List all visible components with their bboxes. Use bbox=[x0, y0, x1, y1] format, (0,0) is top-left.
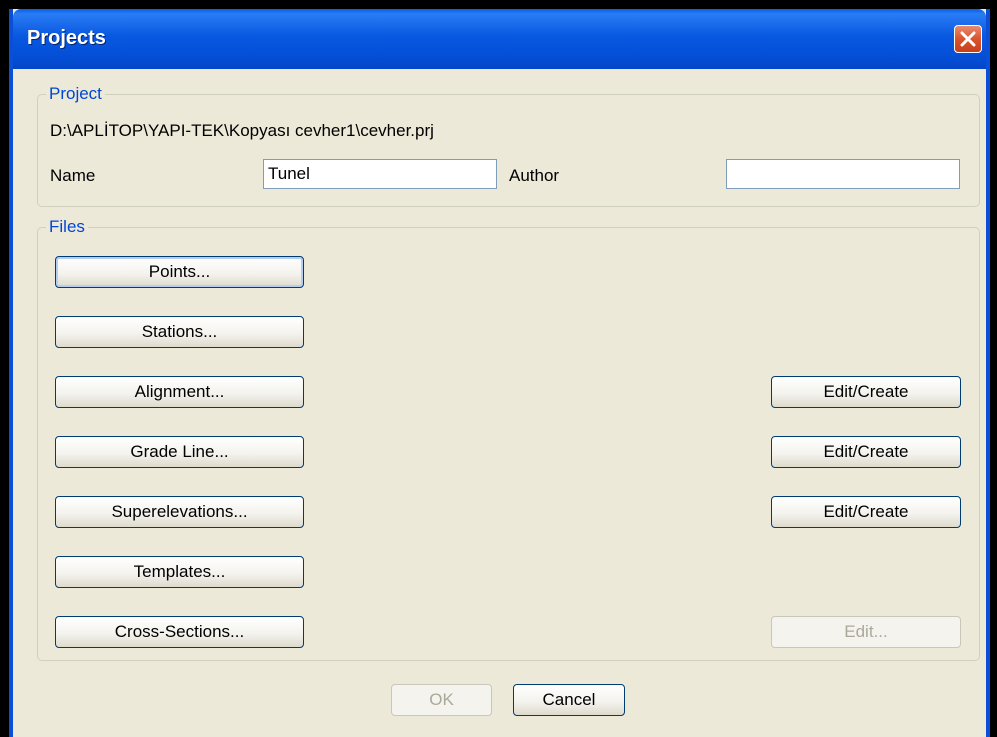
name-field[interactable] bbox=[263, 159, 497, 189]
points-button[interactable]: Points... bbox=[55, 256, 304, 288]
alignment-edit-create-button[interactable]: Edit/Create bbox=[771, 376, 961, 408]
ok-button[interactable]: OK bbox=[391, 684, 492, 716]
grade-line-button[interactable]: Grade Line... bbox=[55, 436, 304, 468]
alignment-button[interactable]: Alignment... bbox=[55, 376, 304, 408]
close-button[interactable] bbox=[954, 25, 982, 53]
project-group: Project bbox=[37, 84, 980, 207]
author-field[interactable] bbox=[726, 159, 960, 189]
templates-button[interactable]: Templates... bbox=[55, 556, 304, 588]
stations-button[interactable]: Stations... bbox=[55, 316, 304, 348]
close-icon bbox=[960, 31, 976, 47]
superelevations-edit-create-button[interactable]: Edit/Create bbox=[771, 496, 961, 528]
window-title: Projects bbox=[27, 27, 106, 49]
grade-line-edit-create-button[interactable]: Edit/Create bbox=[771, 436, 961, 468]
project-path: D:\APLİTOP\YAPI-TEK\Kopyası cevher1\cevh… bbox=[50, 121, 434, 140]
name-label: Name bbox=[50, 166, 96, 185]
cancel-button[interactable]: Cancel bbox=[513, 684, 625, 716]
cross-sections-edit-button[interactable]: Edit... bbox=[771, 616, 961, 648]
author-label: Author bbox=[509, 166, 560, 185]
files-group-title: Files bbox=[46, 217, 88, 237]
projects-dialog: Projects Project D:\APLİTOP\YAPI-TEK\Kop… bbox=[9, 9, 990, 737]
cross-sections-button[interactable]: Cross-Sections... bbox=[55, 616, 304, 648]
project-group-title: Project bbox=[46, 84, 105, 104]
superelevations-button[interactable]: Superelevations... bbox=[55, 496, 304, 528]
title-bar[interactable]: Projects bbox=[13, 9, 986, 69]
